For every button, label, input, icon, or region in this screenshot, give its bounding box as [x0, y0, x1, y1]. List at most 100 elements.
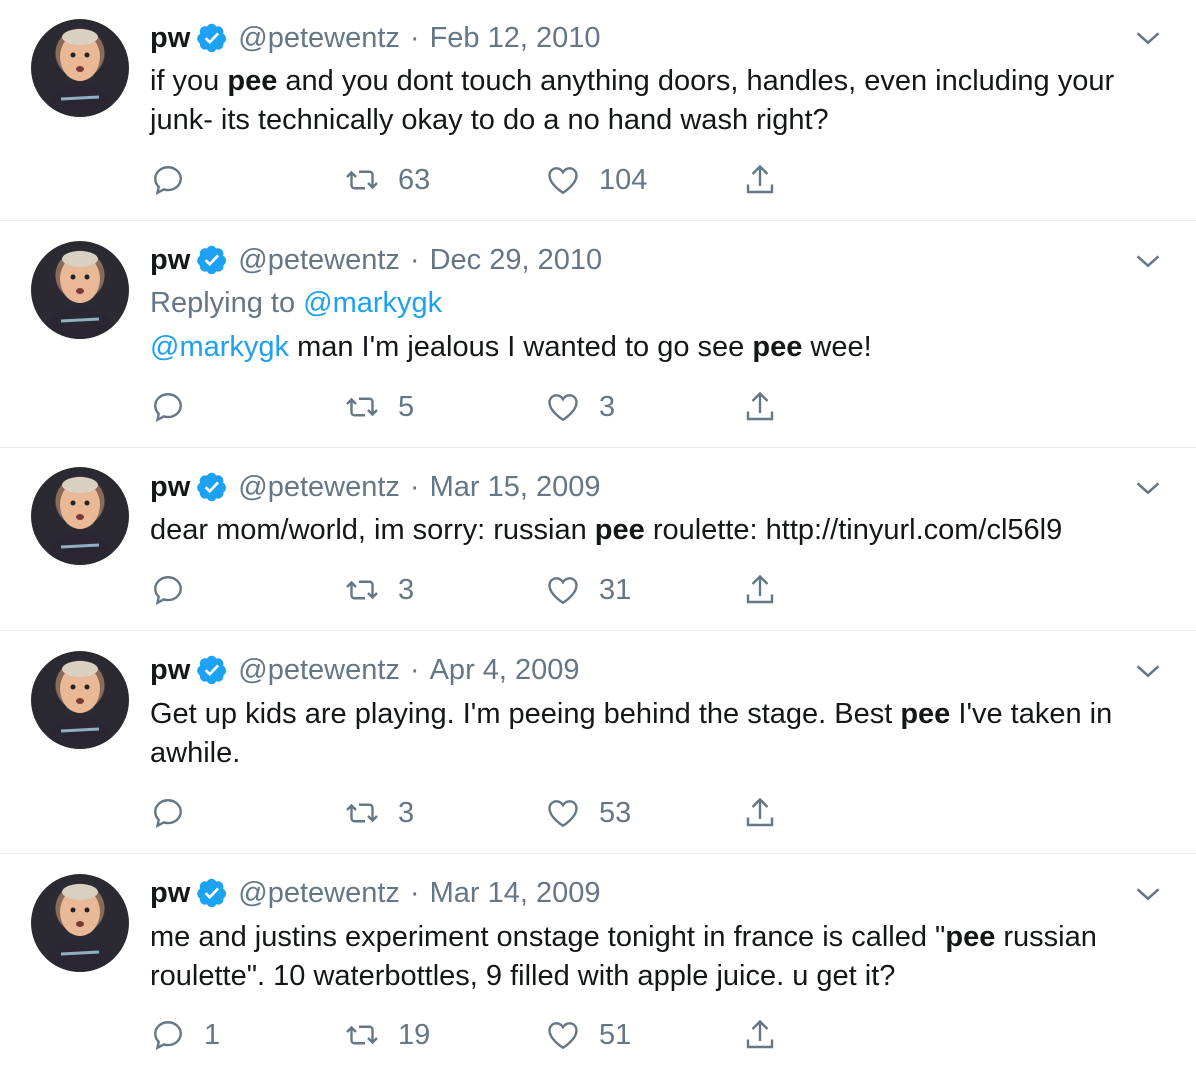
verified-badge-icon	[197, 655, 227, 685]
reply-icon	[154, 576, 182, 605]
like-button[interactable]: 104	[545, 160, 647, 200]
text-segment: Get up kids are playing. I'm peeing behi…	[150, 698, 901, 730]
reply-icon	[154, 166, 182, 195]
replying-to-handle-link[interactable]: @markygk	[303, 287, 442, 319]
display-name[interactable]: pw	[150, 22, 190, 55]
verified-badge-icon	[197, 23, 227, 53]
tweet-header: pw @petewentz · Dec 29, 2010	[150, 242, 602, 278]
display-name[interactable]: pw	[150, 654, 190, 687]
chevron-down-icon[interactable]	[1134, 657, 1162, 685]
like-button[interactable]: 53	[545, 793, 631, 833]
like-button[interactable]: 51	[545, 1015, 631, 1055]
chevron-down-icon[interactable]	[1134, 880, 1162, 908]
reply-button[interactable]	[150, 160, 204, 200]
handle[interactable]: @petewentz	[238, 654, 400, 687]
share-icon	[746, 574, 774, 604]
display-name[interactable]: pw	[150, 244, 190, 277]
retweet-count: 3	[398, 796, 415, 829]
chevron-down-icon[interactable]	[1134, 474, 1162, 502]
like-count: 104	[599, 163, 648, 196]
timestamp[interactable]: Feb 12, 2010	[430, 22, 601, 55]
timestamp[interactable]: Mar 15, 2009	[430, 471, 601, 504]
separator: ·	[409, 876, 420, 909]
verified-badge-icon	[197, 472, 227, 502]
reply-icon	[154, 393, 182, 422]
heart-icon	[548, 800, 578, 828]
reply-icon	[154, 1021, 182, 1050]
text-segment: roulette: http://tinyurl.com/cl56l9	[644, 514, 1063, 546]
share-icon	[746, 1019, 774, 1049]
reply-button[interactable]	[150, 387, 204, 427]
tweet-actions: 5 3	[150, 387, 850, 427]
avatar[interactable]	[31, 241, 129, 339]
avatar[interactable]	[31, 467, 129, 565]
share-button[interactable]	[742, 1015, 778, 1055]
tweet[interactable]: pw @petewentz · Feb 12, 2010 if you pee …	[0, 0, 1196, 221]
retweet-button[interactable]: 5	[344, 387, 414, 427]
retweet-button[interactable]: 63	[344, 160, 430, 200]
tweet[interactable]: pw @petewentz · Mar 14, 2009 me and just…	[0, 854, 1196, 1074]
replying-to: Replying to @markygk	[150, 287, 442, 320]
tweet-actions: 1 19 51	[150, 1015, 850, 1055]
reply-button[interactable]: 1	[150, 1015, 220, 1055]
retweet-icon	[346, 803, 378, 823]
like-count: 53	[599, 796, 632, 829]
like-button[interactable]: 31	[545, 570, 631, 610]
timestamp[interactable]: Dec 29, 2010	[430, 244, 603, 277]
handle[interactable]: @petewentz	[238, 244, 400, 277]
like-button[interactable]: 3	[545, 387, 615, 427]
tweet[interactable]: pw @petewentz · Mar 15, 2009 dear mom/wo…	[0, 448, 1196, 631]
display-name[interactable]: pw	[150, 877, 190, 910]
share-button[interactable]	[742, 387, 778, 427]
share-icon	[746, 164, 774, 194]
timestamp[interactable]: Apr 4, 2009	[430, 654, 580, 687]
separator: ·	[409, 243, 420, 276]
retweet-count: 63	[398, 163, 431, 196]
text-segment: dear mom/world, im sorry: russian	[150, 514, 595, 546]
mention-link[interactable]: @markygk	[150, 331, 289, 363]
text-segment: wee!	[802, 331, 872, 363]
reply-button[interactable]	[150, 570, 204, 610]
tweet-text: Get up kids are playing. I'm peeing behi…	[150, 695, 1160, 773]
avatar[interactable]	[31, 651, 129, 749]
share-button[interactable]	[742, 160, 778, 200]
heart-icon	[548, 577, 578, 605]
tweet[interactable]: pw @petewentz · Dec 29, 2010 Replying to…	[0, 221, 1196, 448]
tweet-text: if you pee and you dont touch anything d…	[150, 62, 1160, 140]
replying-to-label: Replying to	[150, 287, 296, 319]
tweet-header: pw @petewentz · Mar 14, 2009	[150, 875, 600, 911]
separator: ·	[409, 653, 420, 686]
separator: ·	[409, 21, 420, 54]
display-name[interactable]: pw	[150, 471, 190, 504]
reply-button[interactable]	[150, 793, 204, 833]
retweet-count: 19	[398, 1018, 431, 1051]
text-highlight: pee	[900, 698, 951, 730]
text-highlight: pee	[752, 331, 803, 363]
handle[interactable]: @petewentz	[238, 22, 400, 55]
retweet-icon	[346, 397, 378, 417]
heart-icon	[548, 1022, 578, 1050]
avatar[interactable]	[31, 19, 129, 117]
retweet-count: 3	[398, 573, 415, 606]
retweet-button[interactable]: 3	[344, 570, 414, 610]
retweet-button[interactable]: 19	[344, 1015, 430, 1055]
reply-count: 1	[204, 1018, 221, 1051]
tweet-actions: 63 104	[150, 160, 850, 200]
share-button[interactable]	[742, 570, 778, 610]
retweet-button[interactable]: 3	[344, 793, 414, 833]
timestamp[interactable]: Mar 14, 2009	[430, 877, 601, 910]
chevron-down-icon[interactable]	[1134, 24, 1162, 52]
share-icon	[746, 797, 774, 827]
tweet-text: me and justins experiment onstage tonigh…	[150, 918, 1160, 996]
share-button[interactable]	[742, 793, 778, 833]
text-highlight: pee	[594, 514, 645, 546]
text-segment: and you dont touch anything doors, handl…	[150, 65, 1115, 136]
separator: ·	[409, 470, 420, 503]
tweet-actions: 3 53	[150, 793, 850, 833]
verified-badge-icon	[197, 245, 227, 275]
handle[interactable]: @petewentz	[238, 471, 400, 504]
avatar[interactable]	[31, 874, 129, 972]
handle[interactable]: @petewentz	[238, 877, 400, 910]
chevron-down-icon[interactable]	[1134, 247, 1162, 275]
tweet[interactable]: pw @petewentz · Apr 4, 2009 Get up kids …	[0, 631, 1196, 854]
